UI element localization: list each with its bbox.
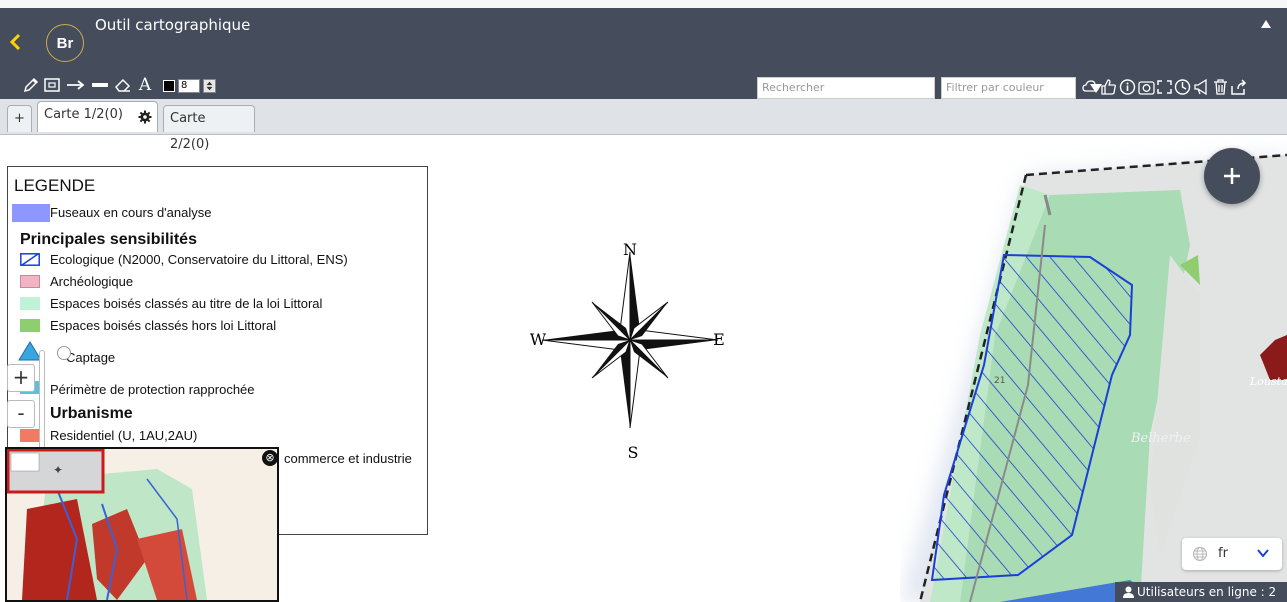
online-users-text: Utilisateurs en ligne : 2 xyxy=(1137,585,1277,599)
tab-carte-2[interactable]: Carte 2/2(0) xyxy=(163,105,255,152)
place-belherbe: Belherbe xyxy=(1130,431,1191,446)
legend-swatch-ebc-littoral xyxy=(20,297,40,310)
globe-icon xyxy=(1192,546,1208,562)
legend-title: LEGENDE xyxy=(14,176,96,195)
online-users-badge: Utilisateurs en ligne : 2 xyxy=(1115,582,1287,602)
legend-item-captage: Captage xyxy=(66,350,116,365)
search-input[interactable]: Rechercher xyxy=(757,77,935,99)
top-strip xyxy=(0,0,1287,8)
compass-n: N xyxy=(623,240,637,259)
text-tool[interactable]: A xyxy=(138,75,152,95)
minimap[interactable]: ✦ xyxy=(5,447,279,602)
language-value: fr xyxy=(1218,546,1228,561)
legend-item-perimetre: Périmètre de protection rapprochée xyxy=(50,382,255,397)
eraser-icon[interactable] xyxy=(113,76,133,94)
plus-icon xyxy=(1224,168,1240,184)
add-layer-button[interactable] xyxy=(1204,148,1260,204)
legend-item-commerce: commerce et industrie xyxy=(284,451,412,466)
add-tab-button[interactable]: + xyxy=(7,105,32,132)
page-title: Outil cartographique xyxy=(95,16,251,34)
place-loustalet: Loustalet xyxy=(1249,375,1287,388)
info-icon[interactable] xyxy=(1119,77,1136,97)
compass-w: W xyxy=(530,330,547,349)
legend-swatch-ebc-hors xyxy=(20,319,40,332)
legend-swatch-ecologique xyxy=(20,253,40,266)
legend-item-residentiel: Residentiel (U, 1AU,2AU) xyxy=(50,428,198,443)
legend-item-fuseaux: Fuseaux en cours d'analyse xyxy=(50,205,212,220)
collapse-header-icon[interactable] xyxy=(1261,20,1271,28)
camera-icon[interactable] xyxy=(1138,77,1155,97)
logo-text: Br xyxy=(56,34,74,52)
color-filter-select[interactable]: Filtrer par couleur xyxy=(941,77,1102,99)
announce-icon[interactable] xyxy=(1193,77,1210,97)
zoom-slider-handle[interactable] xyxy=(57,346,71,360)
compass-s: S xyxy=(628,443,639,460)
stroke-size-input[interactable]: 8 xyxy=(178,79,200,93)
legend-item-ebc-littoral: Espaces boisés classés au titre de la lo… xyxy=(50,296,323,311)
map-view[interactable]: Belherbe Loustalet 21 xyxy=(900,135,1287,602)
tab-label: Carte 1/2(0) xyxy=(44,107,123,122)
zoom-in-button[interactable]: + xyxy=(7,364,35,392)
compass-e: E xyxy=(713,330,725,349)
compass-rose: N E S W xyxy=(530,240,725,460)
like-icon[interactable] xyxy=(1100,77,1117,97)
cloud-icon[interactable] xyxy=(1082,77,1099,97)
share-icon[interactable] xyxy=(1230,77,1247,97)
legend-heading-urbanisme: Urbanisme xyxy=(50,405,133,422)
arrow-tool-icon[interactable] xyxy=(66,76,86,94)
tab-carte-1[interactable]: Carte 1/2(0) xyxy=(37,101,158,132)
color-picker[interactable] xyxy=(163,80,175,92)
language-selector[interactable]: fr xyxy=(1182,538,1282,570)
minimap-close-icon[interactable]: ⊗ xyxy=(262,450,278,466)
legend-item-archeologique: Archéologique xyxy=(50,274,134,289)
zoom-out-button[interactable]: - xyxy=(7,400,35,428)
legend-swatch-fuseaux xyxy=(12,204,50,222)
app-header: Br Outil cartographique A 8 Rechercher F… xyxy=(0,8,1287,99)
filter-label: Filtrer par couleur xyxy=(946,81,1044,94)
road-number: 21 xyxy=(994,376,1005,386)
pencil-icon[interactable] xyxy=(22,76,40,94)
map-tab-bar: + Carte 1/2(0) Carte 2/2(0) xyxy=(0,99,1287,152)
gear-icon[interactable] xyxy=(138,110,152,124)
legend-item-ebc-hors: Espaces boisés classés hors loi Littoral xyxy=(50,318,277,333)
stroke-size-stepper[interactable] xyxy=(203,79,216,93)
minimap-image: ✦ xyxy=(7,449,277,600)
legend-swatch-archeologique xyxy=(20,275,40,288)
line-tool-icon[interactable] xyxy=(91,76,109,94)
legend-heading-sensibilites: Principales sensibilités xyxy=(20,231,197,248)
history-icon[interactable] xyxy=(1174,77,1191,97)
legend-item-ecologique: Ecologique (N2000, Conservatoire du Litt… xyxy=(50,252,348,267)
fullscreen-icon[interactable] xyxy=(1156,77,1173,97)
app-logo: Br xyxy=(46,24,84,62)
back-arrow-icon[interactable] xyxy=(6,32,26,52)
trash-icon[interactable] xyxy=(1212,77,1229,97)
zoom-slider-track[interactable] xyxy=(39,350,45,460)
select-area-icon[interactable] xyxy=(43,76,61,94)
svg-text:✦: ✦ xyxy=(53,463,63,477)
chevron-down-icon xyxy=(1257,549,1269,558)
legend-swatch-residentiel xyxy=(20,429,40,442)
user-icon xyxy=(1123,586,1134,598)
